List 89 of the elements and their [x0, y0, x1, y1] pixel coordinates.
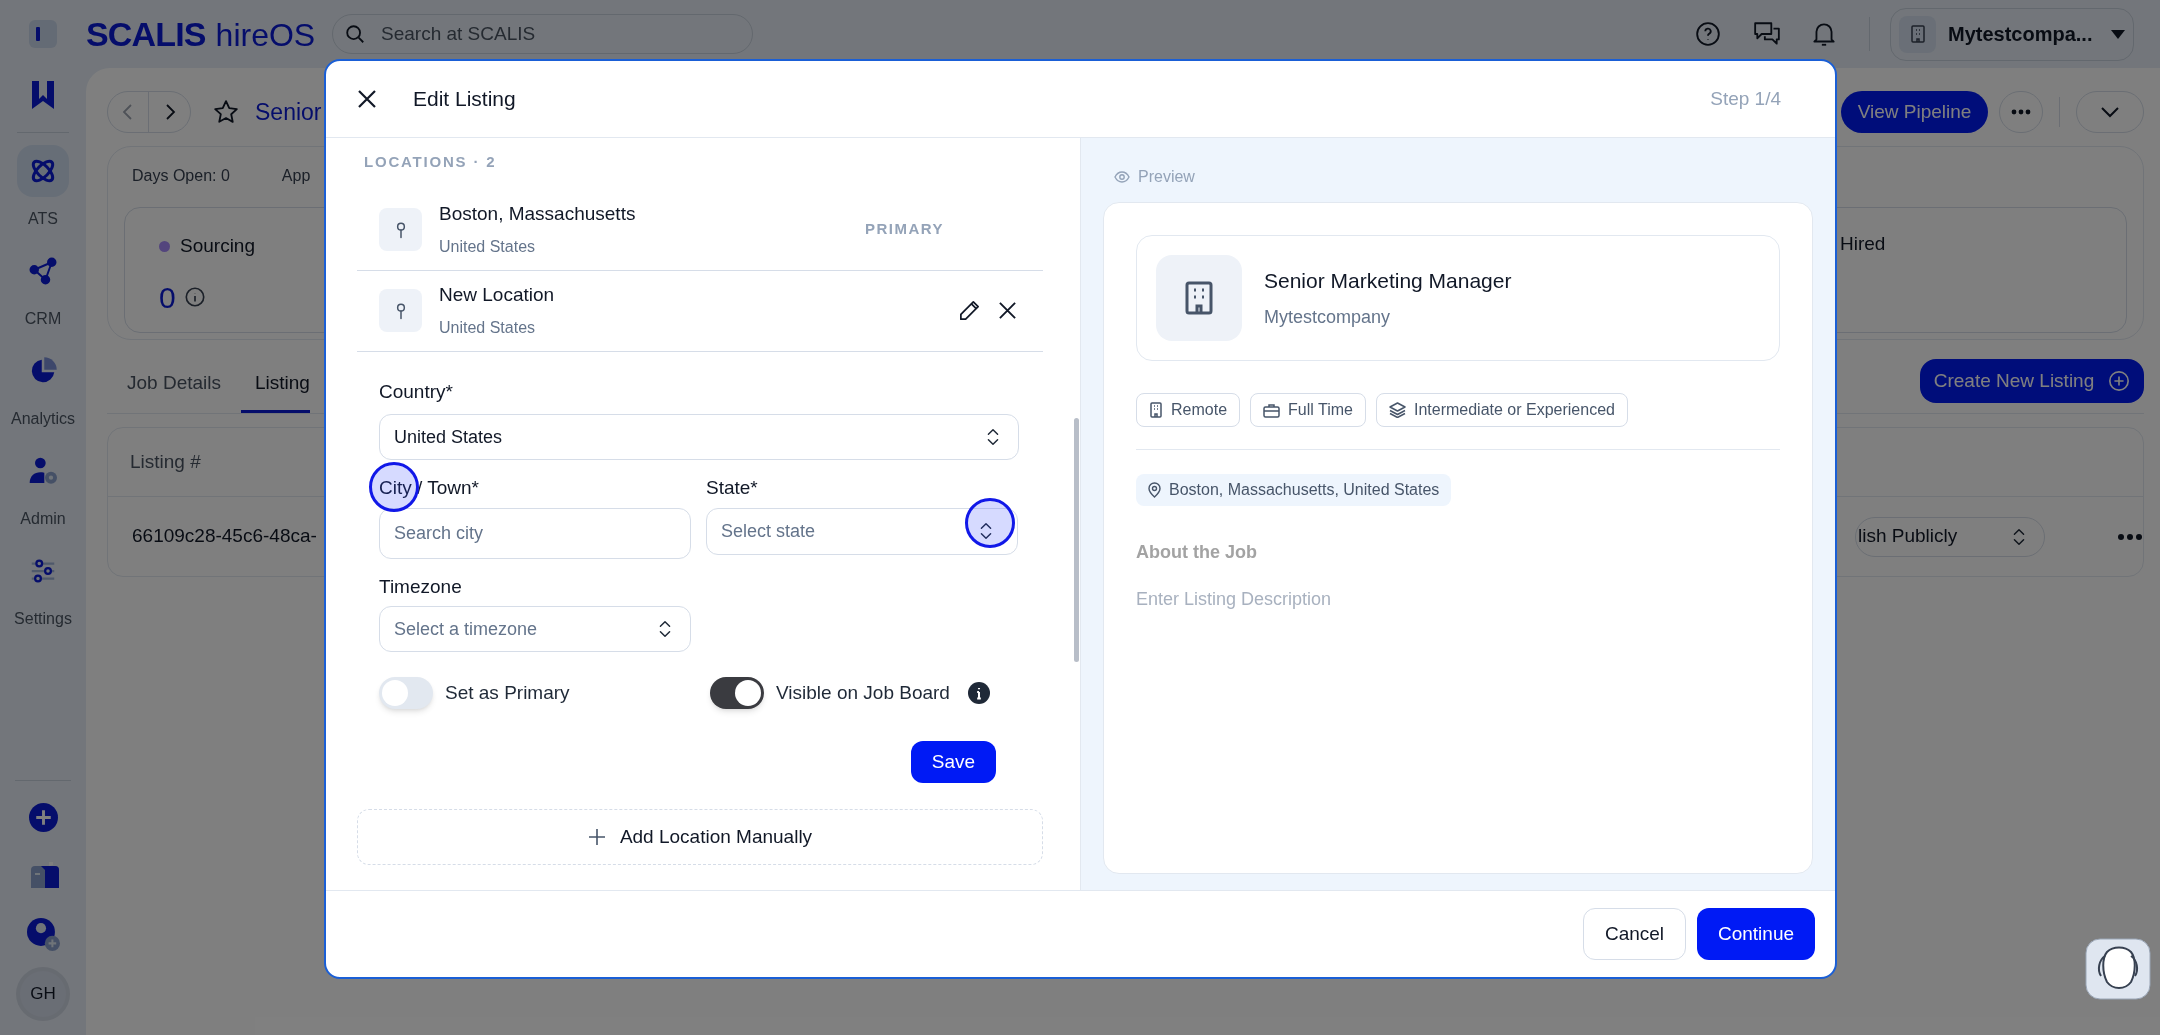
click-marker: [369, 462, 419, 512]
help-icon[interactable]: [1695, 21, 1721, 47]
city-input[interactable]: Search city: [379, 507, 691, 559]
location-country: United States: [439, 317, 537, 338]
stat-text: App: [281, 166, 311, 186]
scrollbar-thumb[interactable]: [1073, 418, 1079, 662]
logo-icon[interactable]: [31, 80, 55, 110]
chevron-down-icon: [2100, 106, 2120, 118]
location-name: New Location: [439, 283, 555, 308]
click-marker: [965, 498, 1015, 548]
section-heading: LOCATIONS · 2: [364, 152, 498, 172]
location-chip: Boston, Massachusetts, United States: [1136, 474, 1452, 506]
mascot-icon[interactable]: [2085, 938, 2151, 1000]
continue-button[interactable]: Continue: [1697, 908, 1815, 960]
stage-name: Sourcing: [180, 234, 255, 258]
building-icon: [1185, 281, 1213, 315]
pin-icon: [1148, 482, 1161, 498]
field-label: Country*: [379, 379, 454, 404]
toggle-switch[interactable]: [379, 677, 433, 709]
user-avatar[interactable]: GH: [20, 971, 66, 1017]
tab[interactable]: Job Details: [107, 357, 241, 413]
cancel-button[interactable]: Cancel: [1583, 908, 1686, 960]
sidebar-item[interactable]: Admin: [5, 445, 81, 531]
sidebar-item[interactable]: Analytics: [5, 345, 81, 431]
info-icon: [183, 286, 206, 308]
sidebar-item[interactable]: Settings: [5, 545, 81, 631]
step-indicator: Step 1/4: [1710, 86, 1781, 111]
pin-icon: [379, 289, 422, 332]
description-field[interactable]: Enter Listing Description: [1136, 586, 1780, 613]
dialog-title: Edit Listing: [413, 86, 516, 113]
table-cell-text: 66109c28-45c6-48ca-: [132, 524, 317, 549]
search-icon: [344, 23, 366, 45]
star-icon[interactable]: [213, 99, 239, 125]
create-listing-button[interactable]: Create New Listing: [1920, 359, 2144, 403]
plus-circle-icon[interactable]: [28, 803, 58, 832]
job-title: Senior: [255, 97, 322, 127]
chat-icon[interactable]: [1753, 21, 1781, 47]
section-heading: About the Job: [1136, 541, 1258, 564]
network-icon: [28, 256, 58, 286]
save-button[interactable]: Save: [911, 741, 996, 783]
plus-icon: [587, 828, 606, 846]
add-location-button[interactable]: Add Location Manually: [357, 809, 1043, 865]
toggle-label: Visible on Job Board: [776, 680, 950, 705]
building-icon: [1909, 25, 1926, 43]
panel-toggle-icon[interactable]: [28, 19, 58, 49]
user-gear-icon: [27, 455, 59, 487]
primary-label: PRIMARY: [864, 219, 944, 240]
country-select[interactable]: United States: [379, 414, 1019, 460]
close-icon[interactable]: [357, 89, 377, 109]
location-name: Boston, Massachusetts: [439, 202, 636, 227]
briefcase-icon: [1263, 402, 1281, 418]
plus-circle-icon: [2108, 370, 2131, 392]
tab[interactable]: Listing: [241, 357, 310, 413]
preview-label: Preview: [1138, 167, 1195, 187]
more-icon: [2011, 109, 2031, 115]
logo-text: SCALIS: [86, 13, 206, 55]
more-icon[interactable]: [2117, 532, 2143, 541]
preview-company: Mytestcompany: [1264, 306, 1392, 330]
toggle-label: Set as Primary: [445, 680, 570, 705]
job-tag: Intermediate or Experienced: [1375, 393, 1628, 427]
user-plus-icon[interactable]: [26, 918, 60, 951]
layers-icon: [1388, 402, 1406, 418]
job-tag: Full Time: [1250, 393, 1366, 427]
stat-text: Days Open: 0: [132, 166, 230, 186]
sidebar-item[interactable]: CRM: [5, 245, 81, 331]
sidebar-item[interactable]: ATS: [5, 145, 81, 231]
view-pipeline-button[interactable]: View Pipeline: [1841, 91, 1988, 133]
stage-name: Hired: [1840, 232, 1886, 256]
job-tag: Remote: [1136, 393, 1241, 427]
company-switcher[interactable]: Mytestcompa...: [1890, 7, 2134, 61]
stage-count: 0: [159, 279, 176, 316]
state-select[interactable]: Select state: [706, 507, 1018, 555]
product-name: hireOS: [215, 15, 316, 55]
close-icon[interactable]: [998, 301, 1017, 320]
search-field[interactable]: Search at SCALIS: [332, 14, 753, 54]
info-icon[interactable]: [967, 682, 990, 704]
location-country: United States: [439, 236, 537, 257]
timezone-select[interactable]: Select a timezone: [379, 606, 691, 652]
pin-icon: [379, 208, 422, 251]
eye-icon: [1114, 170, 1130, 184]
edit-icon[interactable]: [958, 299, 981, 322]
preview-title: Senior Marketing Manager: [1264, 267, 1512, 294]
field-label: Timezone: [379, 574, 463, 599]
field-label: State*: [706, 476, 759, 500]
toggle-switch[interactable]: [710, 677, 764, 709]
column-header: Listing #: [130, 449, 201, 474]
building-icon: [1149, 402, 1163, 418]
bell-icon[interactable]: [1811, 20, 1837, 48]
caret-icon: [2111, 29, 2125, 39]
